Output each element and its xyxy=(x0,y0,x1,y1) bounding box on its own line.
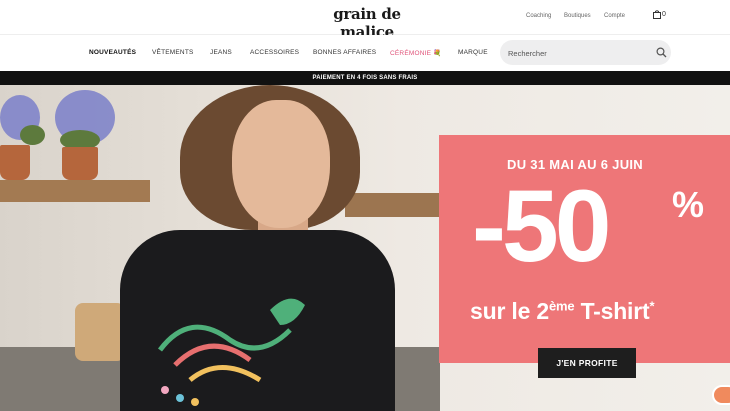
cta-button[interactable]: J'EN PROFITE xyxy=(538,348,636,378)
wooden-shelf xyxy=(0,180,150,202)
plant-leaves xyxy=(20,125,45,145)
nav-item-bonnes-affaires[interactable]: BONNES AFFAIRES xyxy=(313,49,376,56)
account-link[interactable]: Compte xyxy=(604,13,625,19)
promo-subtitle: sur le 2ème T-shirt* xyxy=(470,298,655,325)
promo-asterisk: * xyxy=(649,298,655,314)
cart-button[interactable]: 0 xyxy=(653,10,666,19)
payment-banner: PAIEMENT EN 4 FOIS SANS FRAIS xyxy=(0,71,730,85)
promo-subtitle-prefix: sur le 2 xyxy=(470,298,549,324)
nav-item-vetements[interactable]: VÊTEMENTS xyxy=(152,49,194,56)
search-icon[interactable] xyxy=(656,47,667,58)
cart-count: 0 xyxy=(662,11,666,18)
promo-percent-sign: % xyxy=(672,184,705,225)
flower-pot xyxy=(0,145,30,180)
chat-bubble-icon[interactable] xyxy=(712,385,730,405)
search-box xyxy=(500,40,671,65)
wooden-shelf xyxy=(345,193,445,217)
boutiques-link[interactable]: Boutiques xyxy=(564,13,591,19)
promo-subtitle-suffix: T-shirt xyxy=(574,298,650,324)
basket xyxy=(75,303,125,361)
nav-item-nouveautes[interactable]: NOUVEAUTÉS xyxy=(89,49,136,56)
shopping-bag-icon xyxy=(653,10,661,19)
flower-pot xyxy=(62,147,98,180)
search-input[interactable] xyxy=(508,47,648,59)
promo-subtitle-sup: ème xyxy=(548,298,575,314)
model-face xyxy=(232,100,330,228)
tshirt-print xyxy=(158,298,305,406)
promo-panel: DU 31 MAI AU 6 JUIN -50 % sur le 2ème T-… xyxy=(439,135,730,363)
nav-item-accessoires[interactable]: ACCESSOIRES xyxy=(250,49,299,56)
promo-discount: -50 xyxy=(472,169,611,283)
nav-item-jeans[interactable]: JEANS xyxy=(210,49,232,56)
nav-item-ceremonie[interactable]: CÉRÉMONIE 💐 xyxy=(390,49,441,57)
nav-item-marque[interactable]: MARQUE xyxy=(458,49,488,56)
coaching-link[interactable]: Coaching xyxy=(526,13,551,19)
model-tshirt xyxy=(120,230,395,411)
